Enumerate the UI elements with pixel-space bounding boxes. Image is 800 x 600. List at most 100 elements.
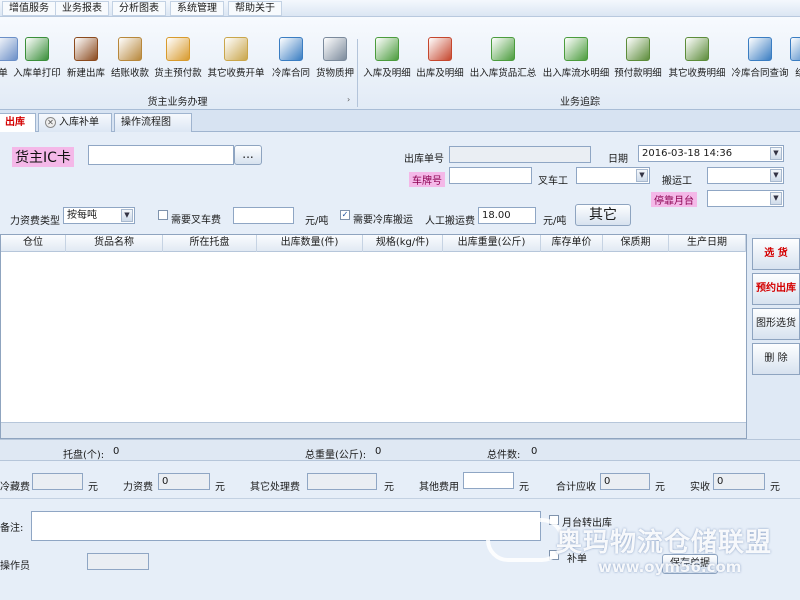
- remark-input[interactable]: [31, 511, 541, 541]
- column-header[interactable]: 所在托盘: [163, 235, 257, 252]
- column-header[interactable]: 保质期: [603, 235, 669, 252]
- ribbon-button-lock[interactable]: 货物质押: [313, 37, 357, 103]
- menu-charts[interactable]: 分析图表: [112, 1, 166, 16]
- tab-inbound-reissue[interactable]: ✕ 入库补单: [38, 113, 112, 132]
- labor-fee-input[interactable]: 0: [158, 473, 210, 490]
- goods-table[interactable]: 仓位 货品名称 所在托盘 出库数量(件) 规格(kg/件) 出库重量(公斤) 库存单价 保质期…: [0, 234, 747, 439]
- column-header[interactable]: 出库数量(件): [257, 235, 363, 252]
- forklift-select[interactable]: ▼: [576, 167, 650, 184]
- other-fee-label: 其他费用: [419, 482, 459, 493]
- total-due-label: 合计应收: [556, 482, 596, 493]
- storage-fee-input[interactable]: [32, 473, 83, 490]
- watermark: 奥玛物流仓储联盟 www.oym56.com: [486, 508, 798, 600]
- tab-close-icon[interactable]: ✕: [45, 116, 56, 128]
- ribbon-button-doc-flow[interactable]: 出入库流水明细: [540, 37, 612, 103]
- column-header[interactable]: 货品名称: [66, 235, 163, 252]
- chevron-down-icon[interactable]: ▼: [770, 192, 782, 205]
- summary-bar: 托盘(个): 0 总重量(公斤): 0 总件数: 0: [0, 439, 800, 461]
- ribbon-button-doc-arrow-in[interactable]: 入库及明细: [360, 37, 414, 103]
- ribbon-button-ledger[interactable]: 结账收款: [108, 37, 152, 103]
- porter-select[interactable]: ▼: [707, 167, 784, 184]
- ribbon-button-edit-document[interactable]: 其它收费开单: [204, 37, 268, 103]
- tab-flowchart[interactable]: 操作流程图: [114, 113, 192, 132]
- dock-label: 停靠月台: [651, 192, 697, 207]
- plate-input[interactable]: [449, 167, 532, 184]
- ribbon-button-clipboard[interactable]: 单: [0, 37, 18, 103]
- menu-help[interactable]: 帮助关于: [228, 1, 282, 16]
- paid-input[interactable]: 0: [713, 473, 765, 490]
- column-header[interactable]: 库存单价: [541, 235, 603, 252]
- labor-type-select[interactable]: 按每吨 ▼: [63, 207, 135, 224]
- doc-flow-icon: [564, 37, 588, 61]
- ribbon-button-label: 预付款明细: [614, 68, 662, 79]
- ribbon-button-envelope-money[interactable]: 货主预付款: [152, 37, 204, 103]
- ribbon-button-warehouse[interactable]: 新建出库: [64, 37, 108, 103]
- need-forklift-label: 需要叉车费: [171, 215, 221, 226]
- contract-icon: [279, 37, 303, 61]
- ribbon-button-doc-exchange[interactable]: 出入库货品汇总: [467, 37, 539, 103]
- labor-type-value: 按每吨: [67, 210, 97, 221]
- column-header[interactable]: 生产日期: [669, 235, 746, 252]
- ribbon-button-doc-arrow-out[interactable]: 出库及明细: [414, 37, 466, 103]
- menu-reports[interactable]: 业务报表: [55, 1, 109, 16]
- ribbon-button-contract-search[interactable]: 冷库合同查询: [730, 37, 790, 103]
- need-forklift-checkbox[interactable]: [158, 210, 168, 220]
- ribbon-button-label: 冷库合同: [271, 68, 310, 79]
- ribbon-button-label: 出库及明细: [416, 68, 464, 79]
- chevron-down-icon[interactable]: ▼: [636, 169, 648, 182]
- edit-document-icon: [224, 37, 248, 61]
- document-tab-bar: 出库 ✕ 入库补单 操作流程图: [0, 110, 800, 132]
- printer-icon: [25, 37, 49, 61]
- watermark-url: www.oym56.com: [598, 558, 742, 576]
- other-fee-input[interactable]: [463, 472, 514, 489]
- dock-select[interactable]: ▼: [707, 190, 784, 207]
- menu-bar: 增值服务 业务报表 分析图表 系统管理 帮助关于: [0, 0, 800, 17]
- ribbon-button-search-money[interactable]: 预付款明细: [612, 37, 664, 103]
- paid-unit: 元: [770, 482, 780, 493]
- delete-button[interactable]: 删 除: [752, 343, 800, 375]
- operator-input[interactable]: [87, 553, 149, 570]
- menu-value-added[interactable]: 增值服务: [2, 1, 56, 16]
- column-header[interactable]: 规格(kg/件): [363, 235, 443, 252]
- reserve-outbound-button[interactable]: 预约出库: [752, 273, 800, 305]
- date-picker[interactable]: 2016-03-18 14:36 ▼: [638, 145, 784, 162]
- column-header[interactable]: 出库重量(公斤): [443, 235, 541, 252]
- chevron-down-icon[interactable]: ▼: [770, 169, 782, 182]
- group-divider: [357, 39, 358, 107]
- chevron-down-icon[interactable]: ▼: [770, 147, 782, 160]
- chevron-down-icon[interactable]: ▼: [121, 209, 133, 222]
- out-no-input[interactable]: [449, 146, 591, 163]
- ribbon-button-label: 货主预付款: [154, 68, 202, 79]
- owner-ic-label: 货主IC卡: [12, 147, 74, 167]
- storage-fee-unit: 元: [88, 482, 98, 493]
- paid-label: 实收: [690, 482, 710, 493]
- column-header[interactable]: 仓位: [1, 235, 66, 252]
- doc-arrow-in-icon: [375, 37, 399, 61]
- total-due-input[interactable]: 0: [600, 473, 650, 490]
- forklift-fee-unit: 元/吨: [305, 216, 329, 227]
- owner-ic-browse-button[interactable]: ...: [234, 145, 262, 165]
- menu-system[interactable]: 系统管理: [170, 1, 224, 16]
- graphic-select-button[interactable]: 图形选货: [752, 308, 800, 340]
- forklift-fee-input[interactable]: [233, 207, 294, 224]
- ribbon-button-label: 结: [795, 68, 800, 79]
- need-cold-checkbox[interactable]: ✓: [340, 210, 350, 220]
- money-list-icon: [685, 37, 709, 61]
- outbound-form: 货主IC卡 ... 出库单号 日期 2016-03-18 14:36 ▼ 车牌号…: [0, 132, 800, 234]
- pallet-count-value: 0: [113, 446, 120, 457]
- ribbon-button-printer[interactable]: 入库单打印: [12, 37, 62, 103]
- date-value: 2016-03-18 14:36: [642, 148, 733, 159]
- ribbon-button-money-list[interactable]: 其它收费明细: [666, 37, 728, 103]
- storage-fee-label: 冷藏费: [0, 482, 30, 493]
- other-proc-fee-input[interactable]: [307, 473, 377, 490]
- ribbon-button-label: 冷库合同查询: [731, 68, 789, 79]
- ribbon-button-contract[interactable]: 冷库合同: [270, 37, 312, 103]
- total-pieces-value: 0: [531, 446, 538, 457]
- select-goods-button[interactable]: 选 货: [752, 238, 800, 270]
- ribbon-button-doc[interactable]: 结: [790, 37, 800, 103]
- owner-ic-input[interactable]: [88, 145, 234, 165]
- manual-fee-input[interactable]: 18.00: [478, 207, 536, 224]
- horizontal-scrollbar[interactable]: [1, 422, 746, 438]
- tab-outbound[interactable]: 出库: [0, 113, 36, 132]
- other-button[interactable]: 其它: [575, 204, 631, 226]
